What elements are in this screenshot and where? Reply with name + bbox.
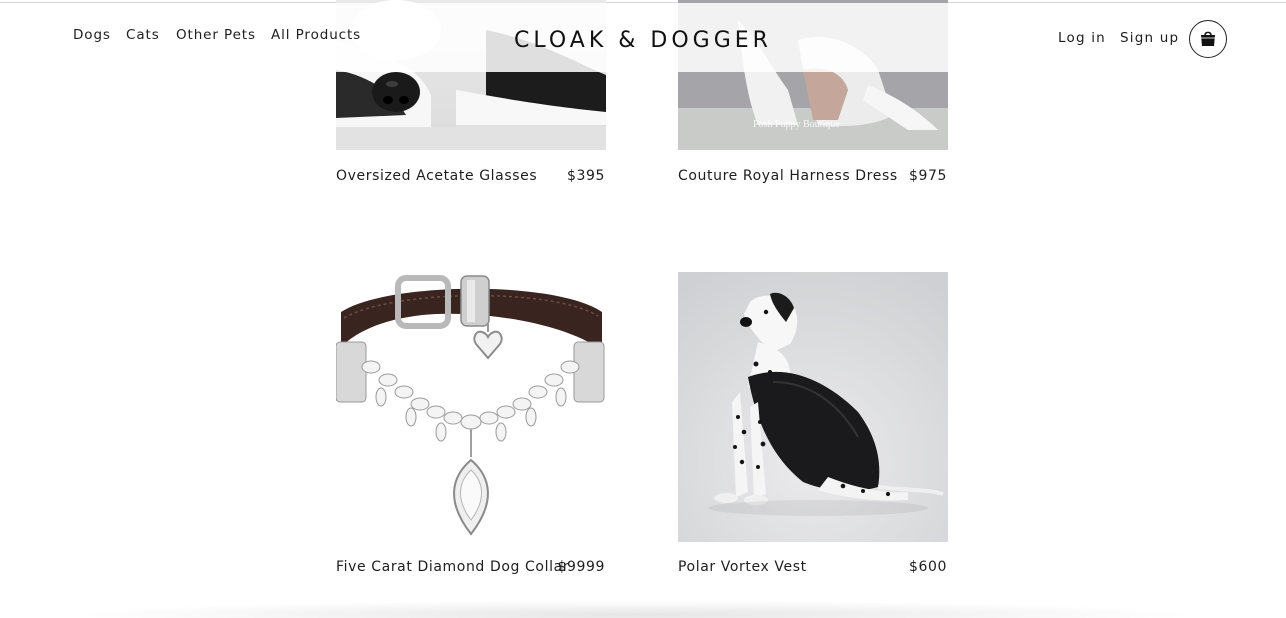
product-title[interactable]: Five Carat Diamond Dog Collar bbox=[336, 559, 569, 575]
product-price: $9999 bbox=[557, 559, 605, 575]
product-price: $600 bbox=[908, 559, 947, 575]
page: Oversized Acetate Glasses $395 Posh Pupp… bbox=[0, 0, 1286, 618]
footer-shadow bbox=[70, 600, 1200, 618]
dalmatian-photo bbox=[678, 272, 948, 542]
cart-button[interactable] bbox=[1189, 20, 1227, 58]
login-link[interactable]: Log in bbox=[1058, 30, 1106, 46]
product-image-polar-vortex-vest[interactable] bbox=[678, 272, 948, 542]
product-image-diamond-collar[interactable] bbox=[336, 272, 606, 542]
product-price: $975 bbox=[908, 168, 947, 184]
site-header: Dogs Cats Other Pets All Products CLOAK … bbox=[0, 3, 1286, 72]
product-price: $395 bbox=[566, 168, 605, 184]
diamond-collar-photo bbox=[336, 275, 605, 536]
product-title[interactable]: Oversized Acetate Glasses bbox=[336, 168, 537, 184]
product-title[interactable]: Couture Royal Harness Dress bbox=[678, 168, 898, 184]
watermark-text: Posh Puppy Boutique bbox=[753, 119, 840, 130]
signup-link[interactable]: Sign up bbox=[1120, 30, 1179, 46]
shopping-bag-icon bbox=[1201, 31, 1215, 46]
product-title[interactable]: Polar Vortex Vest bbox=[678, 559, 807, 575]
